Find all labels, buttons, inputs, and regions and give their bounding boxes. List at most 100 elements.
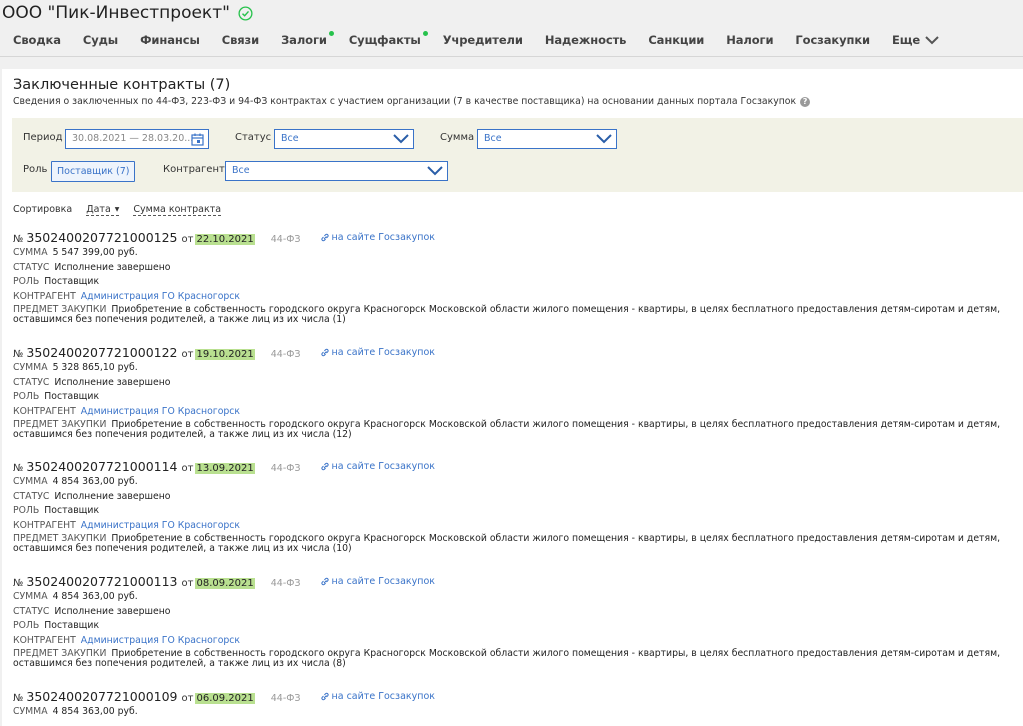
nav-item[interactable]: Суды <box>83 33 118 47</box>
nav-item-label: Учредители <box>442 33 523 47</box>
status-select[interactable]: Все <box>274 129 414 149</box>
contract-number[interactable]: 3502400207721000113 <box>26 574 177 589</box>
contract-law: 44-ФЗ <box>270 693 301 704</box>
contract-number-prefix: № <box>13 578 24 589</box>
nav-item[interactable]: Сводка <box>13 33 61 47</box>
contract-sum-row: СУММА 4 854 363,00 руб. <box>13 590 1013 605</box>
contract-subject-row: ПРЕДМЕТ ЗАКУПКИ Приобретение в собственно… <box>13 534 1013 554</box>
contract-role: Поставщик <box>44 276 100 287</box>
contract-sum-row: СУММА 5 547 399,00 руб. <box>13 246 1013 261</box>
nav-item[interactable]: Налоги <box>726 33 773 47</box>
contract-status-row: СТАТУС Исполнение завершено <box>13 376 1013 391</box>
contract-item: № 3502400207721000113 от 08.09.2021 44-ФЗ на … <box>13 574 1013 669</box>
counterparty-link[interactable]: Администрация ГО Красногорск <box>81 406 240 417</box>
counterparty-key: КОНТРАГЕНТ <box>13 634 76 646</box>
status-key: СТАТУС <box>13 376 50 388</box>
goszakupki-link[interactable]: на сайте Госзакупок <box>320 576 435 587</box>
calendar-icon[interactable] <box>191 133 204 146</box>
nav-item[interactable]: Госзакупки <box>795 33 870 47</box>
status-key: СТАТУС <box>13 605 50 617</box>
sum-key: СУММА <box>13 591 48 602</box>
nav-item[interactable]: Сущфакты <box>349 31 428 47</box>
new-indicator-dot <box>328 31 334 36</box>
counterparty-key: КОНТРАГЕНТ <box>13 405 76 417</box>
header: ООО "Пик-Инвестпроект" Сводка Суды Финансы… <box>0 0 1023 57</box>
goszakupki-link[interactable]: на сайте Госзакупок <box>320 232 435 243</box>
contract-from-label: от <box>181 578 194 589</box>
status-label: Статус <box>235 132 272 143</box>
nav-item-label: Госзакупки <box>795 33 871 47</box>
contract-role-row: РОЛЬ Поставщик <box>13 619 1013 634</box>
contract-date: 19.10.2021 <box>195 349 255 360</box>
contract-status-row: СТАТУС Исполнение завершено <box>13 490 1013 505</box>
filters-panel: Период 30.08.2021 — 28.03.20... Статус В… <box>12 118 1023 192</box>
sort-by-date-label: Дата <box>86 204 111 215</box>
contract-sum: 4 854 363,00 руб. <box>52 591 138 602</box>
nav-item-label: Санкции <box>648 33 705 47</box>
counterparty-link[interactable]: Администрация ГО Красногорск <box>81 291 240 302</box>
contract-number[interactable]: 3502400207721000122 <box>26 345 177 360</box>
sort-by-date[interactable]: Дата ▼ <box>86 204 120 216</box>
contract-counterparty-row: КОНТРАГЕНТ Администрация ГО Красногорск <box>13 519 1013 534</box>
nav-more-button[interactable]: Еще <box>892 33 939 47</box>
contract-item: № 3502400207721000114 от 13.09.2021 44-ФЗ на … <box>13 459 1013 554</box>
contract-number-prefix: № <box>13 463 24 474</box>
goszakupki-link[interactable]: на сайте Госзакупок <box>320 347 435 358</box>
contract-number[interactable]: 3502400207721000125 <box>26 230 177 245</box>
main-nav: Сводка Суды Финансы Связи Залоги Сущфакты Учре… <box>13 31 961 47</box>
nav-item[interactable]: Связи <box>222 33 259 47</box>
nav-item[interactable]: Санкции <box>648 33 704 47</box>
nav-item[interactable]: Финансы <box>140 33 200 47</box>
contract-header: № 3502400207721000122 от 19.10.2021 44-ФЗ на … <box>13 345 1013 361</box>
contract-number[interactable]: 3502400207721000114 <box>26 459 177 474</box>
link-icon <box>320 233 329 242</box>
contract-status-row: СТАТУС Исполнение завершено <box>13 261 1013 276</box>
counterparty-link[interactable]: Администрация ГО Красногорск <box>81 635 240 646</box>
link-icon <box>320 577 329 586</box>
page-subtitle: Сведения о заключенных по 44-ФЗ, 223-ФЗ … <box>13 96 811 107</box>
role-label: Роль <box>23 164 48 175</box>
contract-from-label: от <box>181 234 194 245</box>
counterparty-select[interactable]: Все <box>225 161 448 181</box>
role-key: РОЛЬ <box>13 505 40 516</box>
contract-role: Поставщик <box>44 505 100 516</box>
goszakupki-link[interactable]: на сайте Госзакупок <box>320 691 435 702</box>
role-key: РОЛЬ <box>13 276 40 287</box>
contract-sum-row: СУММА 4 854 363,00 руб. <box>13 475 1013 490</box>
nav-item[interactable]: Залоги <box>281 31 334 47</box>
sort-bar: Сортировка Дата ▼ Сумма контракта <box>13 204 222 216</box>
contract-sum-row: СУММА 5 328 865,10 руб. <box>13 361 1013 376</box>
contract-subject-row: ПРЕДМЕТ ЗАКУПКИ Приобретение в собственно… <box>13 420 1013 440</box>
period-input[interactable]: 30.08.2021 — 28.03.20... <box>65 129 209 149</box>
sum-key: СУММА <box>13 247 48 258</box>
goszakupki-link[interactable]: на сайте Госзакупок <box>320 461 435 472</box>
sum-key: СУММА <box>13 706 48 717</box>
contract-from-label: от <box>181 463 194 474</box>
contract-law: 44-ФЗ <box>270 578 301 589</box>
help-icon[interactable]: ? <box>800 96 811 107</box>
contract-status: Исполнение завершено <box>54 261 171 273</box>
contract-number[interactable]: 3502400207721000109 <box>26 689 177 704</box>
role-supplier-button[interactable]: Поставщик (7) <box>51 161 136 182</box>
nav-item[interactable]: Надежность <box>545 33 627 47</box>
counterparty-select-value: Все <box>232 165 250 176</box>
contract-header: № 3502400207721000125 от 22.10.2021 44-ФЗ на … <box>13 230 1013 246</box>
contract-subject: Приобретение в собственность городского … <box>13 648 1001 669</box>
counterparty-link[interactable]: Администрация ГО Красногорск <box>81 520 240 531</box>
nav-item-label: Суды <box>82 33 119 47</box>
nav-item-label: Налоги <box>726 33 774 47</box>
chevron-down-icon <box>925 36 939 45</box>
contract-status: Исполнение завершено <box>54 605 171 617</box>
contract-sum: 5 328 865,10 руб. <box>52 362 138 373</box>
subtitle-text: Сведения о заключенных по 44-ФЗ, 223-ФЗ … <box>13 96 797 107</box>
contract-status: Исполнение завершено <box>54 376 171 388</box>
contract-role-row: РОЛЬ Поставщик <box>13 275 1013 290</box>
sort-label: Сортировка <box>13 204 73 215</box>
contract-sum: 4 854 363,00 руб. <box>52 706 138 717</box>
contract-number-prefix: № <box>13 234 24 245</box>
contract-header: № 3502400207721000114 от 13.09.2021 44-ФЗ на … <box>13 459 1013 475</box>
sort-by-sum[interactable]: Сумма контракта <box>133 204 222 216</box>
sum-select[interactable]: Все <box>477 129 617 149</box>
contract-law: 44-ФЗ <box>270 234 301 245</box>
nav-item[interactable]: Учредители <box>443 33 523 47</box>
